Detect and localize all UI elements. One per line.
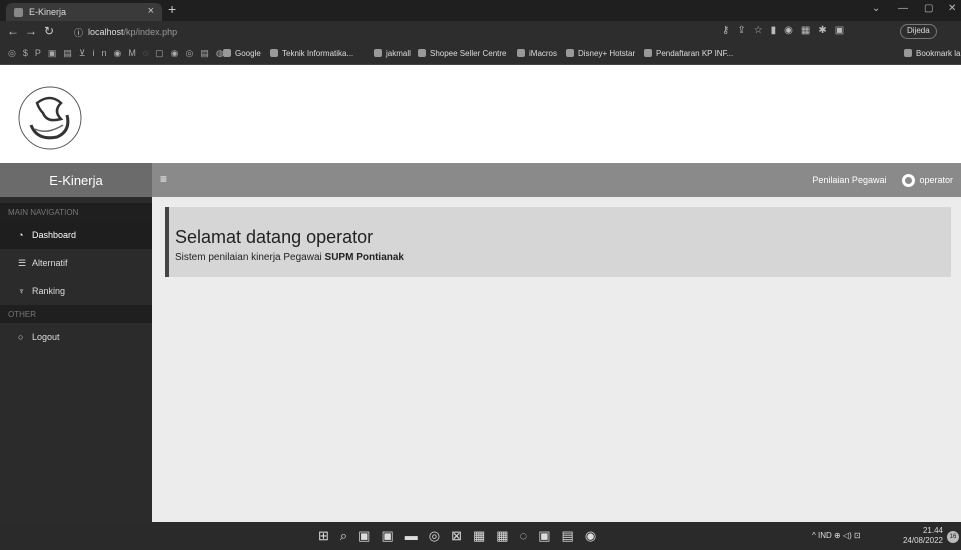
main-content: Selamat datang operator Sistem penilaian…: [152, 197, 961, 522]
user-avatar-icon[interactable]: [902, 173, 916, 187]
minimize-icon[interactable]: —: [898, 3, 908, 14]
trophy-icon: ♆: [18, 286, 25, 296]
maximize-icon[interactable]: ▢: [924, 3, 933, 14]
sidebar-toggle-icon[interactable]: ≡: [160, 172, 167, 186]
taskbar-app-icons[interactable]: ⊞⌕▣▣▬◎⊠▦▦◌▣▤◉: [318, 528, 607, 544]
institution-name: SUPM Pontianak: [324, 252, 404, 263]
bookmark-teknik[interactable]: Teknik Informatika...: [270, 49, 353, 58]
list-icon: ☰: [18, 257, 27, 268]
notification-badge[interactable]: 16: [947, 531, 959, 543]
dashboard-icon: ◔: [18, 230, 24, 240]
forward-icon[interactable]: →: [25, 24, 37, 38]
top-navbar: ≡ Penilaian Pegawai operator: [152, 163, 961, 197]
logo-header: [0, 65, 961, 163]
url-path: /kp/index.php: [123, 27, 178, 37]
profile-button[interactable]: Dijeda: [900, 24, 937, 39]
sidebar: MAIN NAVIGATION ◔ Dashboard ☰ Alternatif…: [0, 197, 152, 522]
close-window-icon[interactable]: ✕: [948, 3, 956, 14]
bookmark-imacros[interactable]: iMacros: [517, 49, 557, 58]
sidebar-item-dashboard[interactable]: ◔ Dashboard: [0, 221, 152, 249]
bookmarks-bar: ◎$P▣▤⊻in◉M◌▢◉◎▤◍ Google Teknik Informati…: [0, 43, 961, 65]
clock[interactable]: 21.44 24/08/2022: [903, 526, 943, 546]
browser-tab-bar: E-Kinerja × + ⌄ — ▢ ✕: [0, 0, 961, 21]
bookmark-disney[interactable]: Disney+ Hotstar: [566, 49, 635, 58]
browser-tab[interactable]: E-Kinerja ×: [6, 3, 162, 21]
url-host: localhost: [88, 27, 124, 37]
address-bar-row: ← → ↻ ⓘ localhost /kp/index.php ⚷⇪☆▮◉▦✱▣…: [0, 21, 961, 43]
bookmark-shopee[interactable]: Shopee Seller Centre: [418, 49, 507, 58]
sidebar-header-other: OTHER: [0, 305, 152, 323]
reload-icon[interactable]: ↻: [44, 24, 54, 38]
extension-icons[interactable]: ⚷⇪☆▮◉▦✱▣: [722, 25, 852, 36]
info-icon: ⓘ: [74, 27, 84, 38]
ministry-logo: [18, 86, 82, 150]
user-menu[interactable]: operator: [919, 175, 953, 185]
new-tab-button[interactable]: +: [168, 1, 176, 17]
bookmark-google[interactable]: Google: [223, 49, 261, 58]
bookmark-jakmall[interactable]: jakmall: [374, 49, 411, 58]
system-tray[interactable]: ^ IND ⊕ ◁) ⊡: [812, 531, 861, 540]
tab-close-button[interactable]: ×: [148, 5, 154, 17]
tab-title: E-Kinerja: [29, 7, 67, 17]
favicon-icon: [14, 7, 23, 17]
circle-icon: ○: [18, 332, 24, 342]
windows-taskbar: ⊞⌕▣▣▬◎⊠▦▦◌▣▤◉ ^ IND ⊕ ◁) ⊡ 21.44 24/08/2…: [0, 522, 961, 550]
nav-link-penilaian[interactable]: Penilaian Pegawai: [812, 175, 886, 185]
bookmark-app-icons[interactable]: ◎$P▣▤⊻in◉M◌▢◉◎▤◍: [8, 48, 231, 59]
welcome-text: Sistem penilaian kinerja Pegawai SUPM Po…: [175, 252, 404, 263]
sidebar-header-main: MAIN NAVIGATION: [0, 203, 152, 221]
sidebar-item-logout[interactable]: ○ Logout: [0, 323, 152, 351]
welcome-title: Selamat datang operator: [175, 227, 374, 247]
tab-search-icon[interactable]: ⌄: [872, 3, 880, 14]
bookmark-pendaftaran[interactable]: Pendaftaran KP INF...: [644, 49, 733, 58]
bookmark-other[interactable]: Bookmark la: [904, 49, 960, 58]
app-brand[interactable]: E-Kinerja: [0, 163, 152, 197]
sidebar-item-alternatif[interactable]: ☰ Alternatif: [0, 249, 152, 277]
sidebar-item-ranking[interactable]: ♆ Ranking: [0, 277, 152, 305]
welcome-callout: Selamat datang operator Sistem penilaian…: [165, 207, 951, 277]
url-input[interactable]: ⓘ localhost /kp/index.php: [74, 24, 714, 40]
back-icon[interactable]: ←: [7, 24, 19, 38]
